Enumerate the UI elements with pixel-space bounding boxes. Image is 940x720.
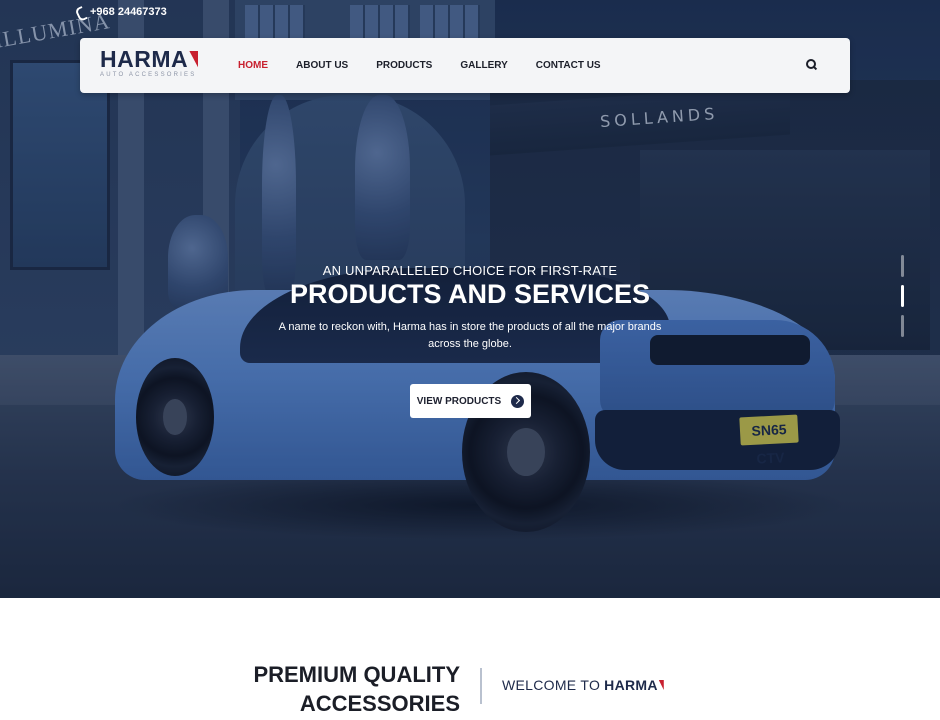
nav-item-contact-us[interactable]: CONTACT US xyxy=(536,60,601,71)
logo-tagline: AUTO ACCESSORIES xyxy=(100,72,197,78)
slider-dot[interactable] xyxy=(900,255,904,277)
section-divider xyxy=(480,668,482,704)
view-products-label: VIEW PRODUCTS xyxy=(416,395,502,407)
phone-number: +968 24467373 xyxy=(90,6,167,18)
slider-dot-active[interactable] xyxy=(900,285,904,307)
phone-contact[interactable]: +968 24467373 xyxy=(76,6,167,18)
welcome-brand-name: HARMA xyxy=(604,677,658,693)
nav-item-home[interactable]: HOME xyxy=(238,60,268,71)
slider-dot[interactable] xyxy=(900,315,904,337)
welcome-prefix: WELCOME TO xyxy=(502,677,601,693)
welcome-brand: HARMA xyxy=(604,677,664,693)
nav-menu: HOME ABOUT US PRODUCTS GALLERY CONTACT U… xyxy=(238,38,629,93)
nav-item-gallery[interactable]: GALLERY xyxy=(460,60,507,71)
brand-logo[interactable]: HARMA AUTO ACCESSORIES xyxy=(100,46,199,78)
hero-title: PRODUCTS AND SERVICES xyxy=(289,279,651,309)
slider-pagination xyxy=(898,255,906,345)
logo-slash-mark xyxy=(189,50,199,68)
view-products-button[interactable]: VIEW PRODUCTS xyxy=(410,384,531,418)
chevron-right-circle-icon xyxy=(511,394,525,408)
intro-section: PREMIUM QUALITY ACCESSORIES WELCOME TO H… xyxy=(0,598,940,720)
nav-item-about-us[interactable]: ABOUT US xyxy=(296,60,348,71)
welcome-slash-mark xyxy=(658,680,664,690)
phone-icon xyxy=(76,6,88,18)
logo-wordmark: HARMA xyxy=(100,46,199,72)
hero-kicker: AN UNPARALLELED CHOICE FOR FIRST-RATE xyxy=(322,263,618,278)
welcome-heading: WELCOME TO HARMA xyxy=(502,677,664,693)
search-icon[interactable] xyxy=(806,59,818,71)
premium-heading: PREMIUM QUALITY ACCESSORIES xyxy=(253,662,460,716)
logo-text: HARMA xyxy=(100,46,189,72)
main-navbar: HARMA AUTO ACCESSORIES HOME ABOUT US PRO… xyxy=(80,38,850,93)
nav-item-products[interactable]: PRODUCTS xyxy=(376,60,432,71)
hero-banner: ILLUMINA SOLLANDS SN65 CTV AN UNPARALLEL… xyxy=(0,0,940,598)
hero-subtitle: A name to reckon with, Harma has in stor… xyxy=(278,321,662,350)
